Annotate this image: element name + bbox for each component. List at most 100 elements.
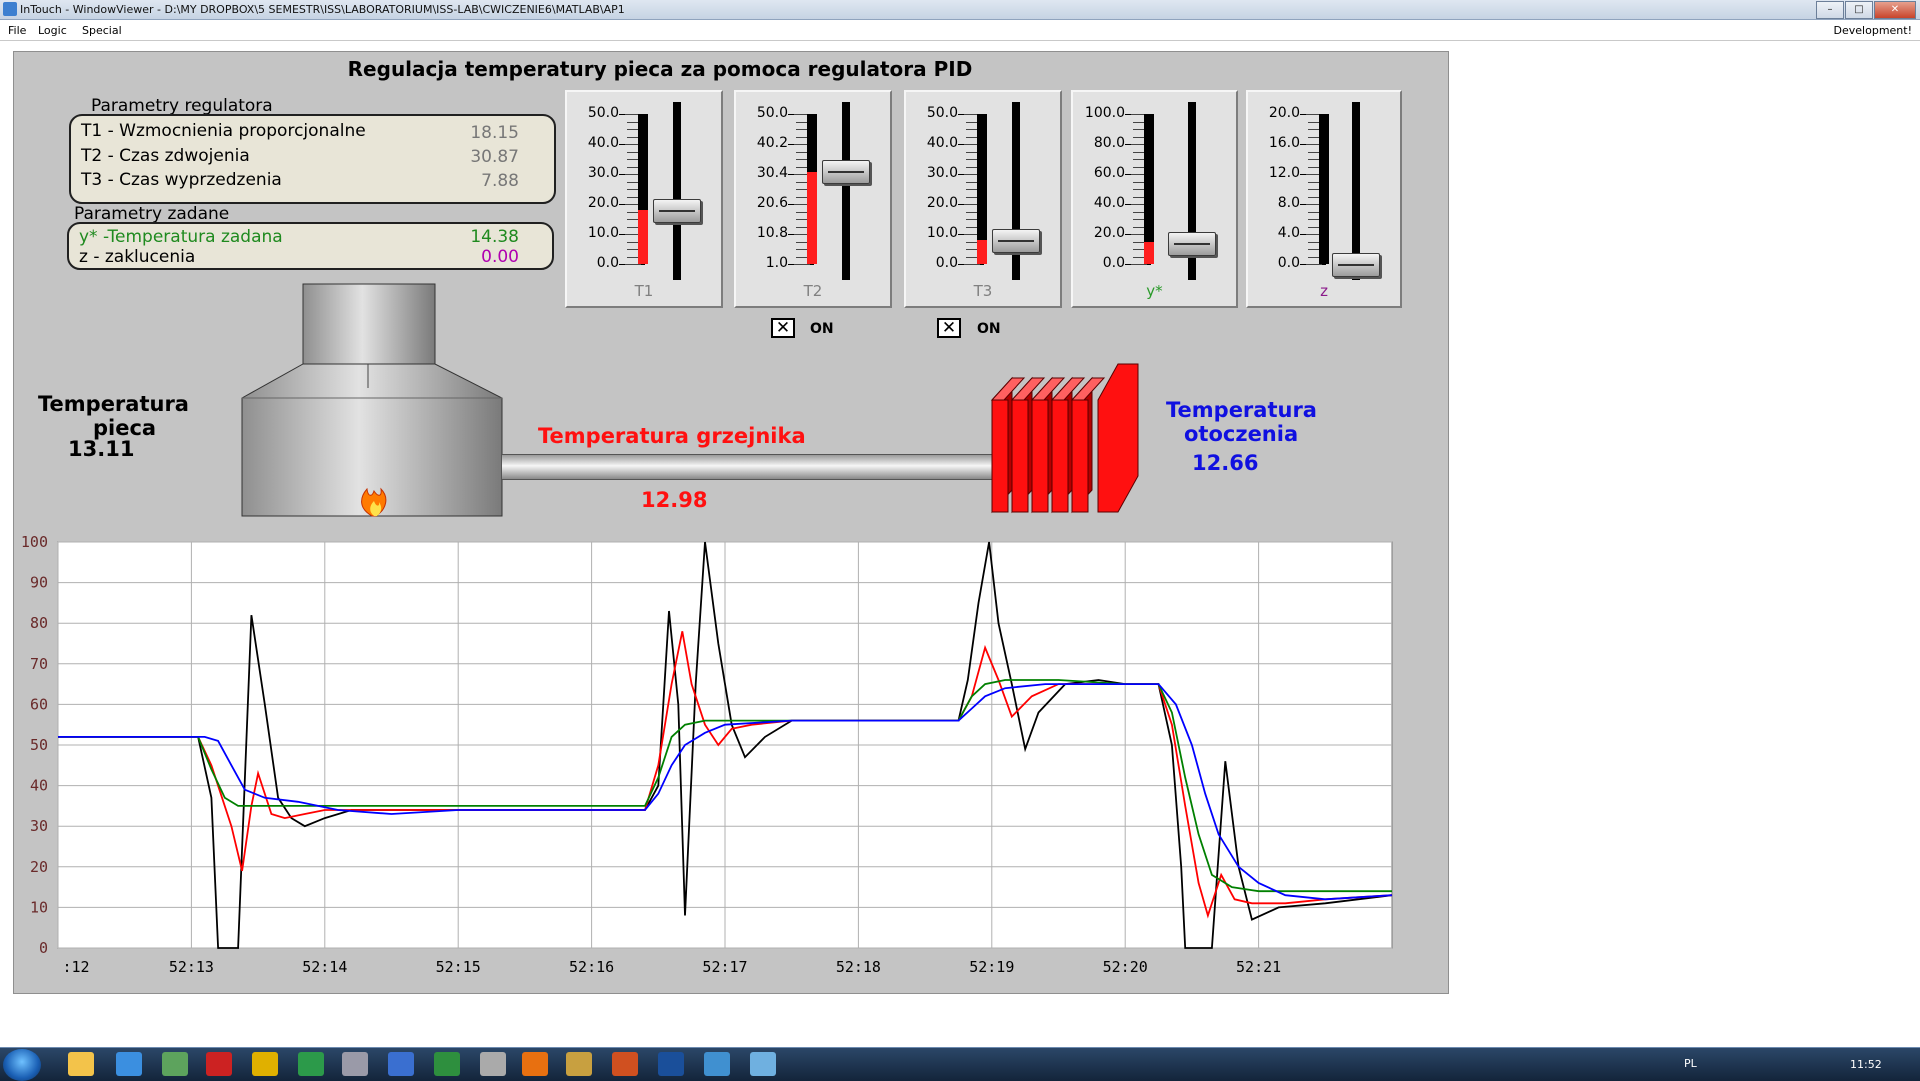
chart-y-tick-label: 40: [30, 777, 48, 795]
chart-x-tick-label: 52:18: [836, 958, 881, 976]
toggle-t3-checkbox[interactable]: ✕: [937, 318, 961, 338]
slider-handle[interactable]: [653, 199, 701, 223]
slider-tick-label: 100.0: [1084, 105, 1125, 121]
slider-tick-label: 40.0: [926, 135, 958, 151]
chrome-icon[interactable]: [252, 1052, 278, 1076]
slider-level-fill: [807, 172, 817, 264]
slider-2[interactable]: 50.0 40.2 30.4 20.6 10.8 1.0 T2: [734, 90, 892, 308]
setpoint-z-label: z - zaklucenia: [79, 247, 196, 267]
windows-taskbar: PL 11:52: [0, 1047, 1920, 1081]
setpoints-group-title: Parametry zadane: [74, 204, 230, 224]
slider-track[interactable]: [673, 102, 681, 280]
param-t3-value: 7.88: [481, 171, 519, 191]
setpoint-y-label: y* -Temperatura zadana: [79, 227, 283, 247]
slider-handle[interactable]: [992, 229, 1040, 253]
toggle-t3-label: ON: [977, 321, 1001, 337]
slider-tick-label: 50.0: [587, 105, 619, 121]
menu-special[interactable]: Special: [82, 24, 122, 37]
slider-track[interactable]: [842, 102, 850, 280]
slider-4[interactable]: 100.0 80.0 60.0 40.0 20.0 0.0 y*: [1071, 90, 1238, 308]
chart-y-tick-label: 100: [21, 533, 48, 551]
slider-tick-label: 20.6: [756, 195, 788, 211]
chart-y-tick-label: 20: [30, 858, 48, 876]
slider-tick-label: 20.0: [1268, 105, 1300, 121]
slider-tick-label: 50.0: [926, 105, 958, 121]
matlab-icon[interactable]: [612, 1052, 638, 1076]
photoshop-icon[interactable]: [658, 1052, 684, 1076]
setpoint-y-value: 14.38: [470, 227, 519, 247]
slider-level-bar: [1319, 114, 1329, 264]
param-t2-label: T2 - Czas zdwojenia: [81, 146, 250, 166]
furnace-graphic: [241, 283, 503, 517]
slider-handle[interactable]: [1332, 253, 1380, 277]
slider-tick-label: 20.0: [926, 195, 958, 211]
slider-tick-label: 0.0: [1277, 255, 1300, 271]
chart-y-tick-label: 30: [30, 817, 48, 835]
maximize-button[interactable]: □: [1845, 1, 1873, 19]
param-t2-value: 30.87: [470, 147, 519, 167]
heater-title: Temperatura grzejnika: [538, 424, 806, 448]
chart-x-tick-label: 52:21: [1236, 958, 1281, 976]
slider-track[interactable]: [1012, 102, 1020, 280]
slider-3[interactable]: 50.0 40.0 30.0 20.0 10.0 0.0 T3: [904, 90, 1062, 308]
app-h-icon[interactable]: [206, 1052, 232, 1076]
chart-x-tick-label: 52:20: [1103, 958, 1148, 976]
toggle-t2-label: ON: [810, 321, 834, 337]
slider-tick-label: 1.0: [765, 255, 788, 271]
chart-y-tick-label: 0: [39, 939, 48, 957]
slider-1[interactable]: 50.0 40.0 30.0 20.0 10.0 0.0 T1: [565, 90, 723, 308]
close-button[interactable]: ✕: [1874, 1, 1916, 19]
vim-icon[interactable]: [434, 1052, 460, 1076]
menu-file[interactable]: File: [8, 24, 26, 37]
furnace-title-line1: Temperatura: [38, 392, 189, 416]
regulator-params-box: T1 - Wzmocnienia proporcjonalne 18.15 T2…: [69, 114, 556, 204]
minimize-button[interactable]: –: [1816, 1, 1844, 19]
slider-tick-label: 40.0: [587, 135, 619, 151]
chart-x-tick-label: 52:14: [302, 958, 347, 976]
chart-y-tick-label: 90: [30, 574, 48, 592]
firefox-icon[interactable]: [522, 1052, 548, 1076]
slider-tick-label: 12.0: [1268, 165, 1300, 181]
dropbox-icon[interactable]: [116, 1052, 142, 1076]
clock[interactable]: 11:52: [1850, 1058, 1882, 1071]
monitor-icon[interactable]: [162, 1052, 188, 1076]
ambient-title-line1: Temperatura: [1166, 398, 1317, 422]
param-t1-value: 18.15: [470, 123, 519, 143]
slider-tick-label: 30.0: [926, 165, 958, 181]
slider-tick-label: 10.0: [587, 225, 619, 241]
language-indicator[interactable]: PL: [1684, 1057, 1697, 1070]
utorrent-icon[interactable]: [298, 1052, 324, 1076]
slider-minor-tick: [964, 264, 980, 265]
totalcmd-icon[interactable]: [480, 1052, 506, 1076]
slider-5[interactable]: 20.0 16.0 12.0 8.0 4.0 0.0 z: [1246, 90, 1402, 308]
radiator-graphic: [990, 363, 1139, 514]
network-icon[interactable]: [704, 1052, 730, 1076]
slider-label: T1: [634, 282, 654, 300]
start-button[interactable]: [3, 1049, 41, 1081]
chart-x-tick-label: 52:16: [569, 958, 614, 976]
slider-label: z: [1320, 282, 1328, 300]
slider-minor-tick: [625, 264, 641, 265]
shield-icon[interactable]: [388, 1052, 414, 1076]
slider-handle[interactable]: [822, 160, 870, 184]
chart-x-tick-label: 52:13: [169, 958, 214, 976]
chart-y-tick-label: 50: [30, 736, 48, 754]
tool-icon[interactable]: [342, 1052, 368, 1076]
chart-y-tick-label: 60: [30, 695, 48, 713]
gimp-icon[interactable]: [566, 1052, 592, 1076]
slider-tick-label: 16.0: [1268, 135, 1300, 151]
slider-label: T3: [973, 282, 993, 300]
slider-tick-label: 80.0: [1093, 135, 1125, 151]
chart-x-tick-label: :12: [62, 958, 89, 976]
slider-tick-label: 20.0: [1093, 225, 1125, 241]
menu-logic[interactable]: Logic: [38, 24, 67, 37]
slider-level-fill: [1144, 242, 1154, 264]
toggle-t2-checkbox[interactable]: ✕: [771, 318, 795, 338]
intouch-icon[interactable]: [750, 1052, 776, 1076]
regulator-group-title: Parametry regulatora: [91, 96, 273, 116]
slider-handle[interactable]: [1168, 232, 1216, 256]
menu-development[interactable]: Development!: [1834, 24, 1912, 37]
heater-temperature-value: 12.98: [641, 488, 708, 512]
window-title: InTouch - WindowViewer - D:\MY DROPBOX\5…: [20, 3, 625, 16]
explorer-icon[interactable]: [68, 1052, 94, 1076]
